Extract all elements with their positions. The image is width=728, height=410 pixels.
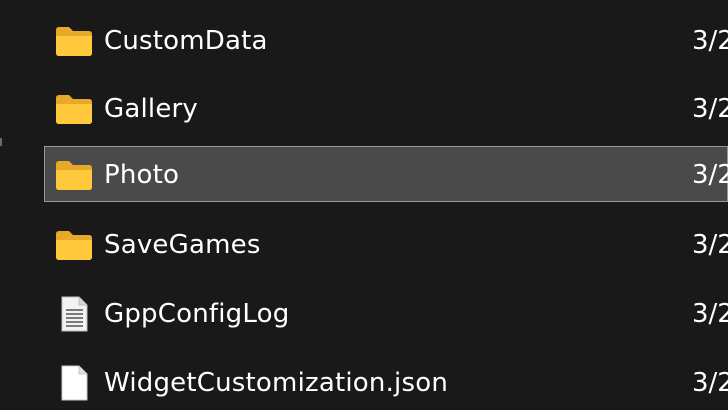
file-date: 3/2 xyxy=(692,368,728,398)
file-name: WidgetCustomization.json xyxy=(104,368,448,398)
file-list: CustomData 3/2 Gallery 3/2 Photo 3/2 Sav… xyxy=(44,0,728,410)
file-row-savegames[interactable]: SaveGames 3/2 xyxy=(44,216,728,272)
file-date: 3/2 xyxy=(692,230,728,260)
file-name: GppConfigLog xyxy=(104,299,290,329)
folder-icon xyxy=(54,92,94,126)
file-name: CustomData xyxy=(104,26,268,56)
file-date: 3/2 xyxy=(692,160,728,190)
file-date: 3/2 xyxy=(692,299,728,329)
left-pane-edge xyxy=(0,130,3,154)
file-name: Photo xyxy=(104,160,180,190)
file-date: 3/2 xyxy=(692,94,728,124)
file-row-widgetcustomization[interactable]: WidgetCustomization.json 3/2 xyxy=(44,354,728,410)
file-row-photo[interactable]: Photo 3/2 xyxy=(44,146,728,202)
folder-icon xyxy=(54,158,94,192)
file-row-gallery[interactable]: Gallery 3/2 xyxy=(44,80,728,136)
file-date: 3/2 xyxy=(692,26,728,56)
text-file-icon xyxy=(54,296,94,332)
file-name: SaveGames xyxy=(104,230,261,260)
folder-icon xyxy=(54,228,94,262)
file-row-gppconfiglog[interactable]: GppConfigLog 3/2 xyxy=(44,285,728,341)
folder-icon xyxy=(54,24,94,58)
file-name: Gallery xyxy=(104,94,198,124)
file-row-customdata[interactable]: CustomData 3/2 xyxy=(44,12,728,68)
blank-file-icon xyxy=(54,365,94,401)
